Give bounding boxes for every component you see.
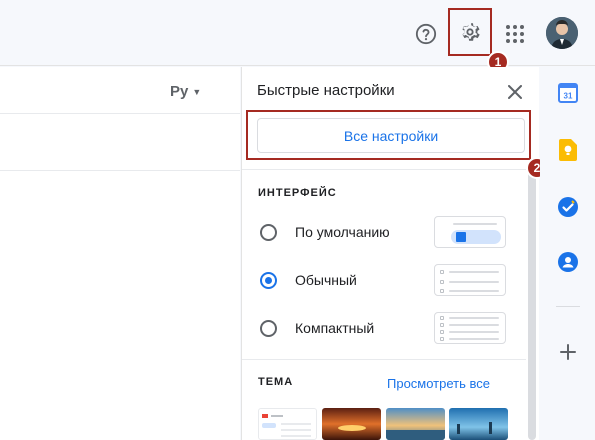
panel-title: Быстрые настройки	[257, 82, 395, 99]
keep-icon	[559, 139, 577, 161]
theme-thumb-lake[interactable]	[449, 408, 508, 440]
mail-list-area: Ру ▼	[0, 67, 240, 440]
user-photo-icon	[546, 17, 578, 49]
density-preview-compact	[434, 312, 506, 344]
calendar-icon: 31	[558, 83, 578, 103]
density-preview-default	[434, 216, 506, 248]
language-select-label: Ру	[170, 83, 189, 100]
divider	[0, 170, 240, 171]
language-select[interactable]: Ру ▼	[170, 83, 201, 100]
panel-scrollbar[interactable]	[528, 167, 536, 440]
keep-button[interactable]	[557, 139, 579, 161]
density-option-label: По умолчанию	[295, 224, 390, 240]
density-preview-comfortable	[434, 264, 506, 296]
theme-section-label: ТЕМА	[258, 376, 294, 388]
contacts-icon	[558, 252, 578, 272]
theme-thumb-default[interactable]	[258, 408, 317, 440]
quick-settings-panel: Быстрые настройки Все настройки ИНТЕРФЕЙ…	[241, 67, 539, 440]
add-addon-button[interactable]	[557, 341, 579, 363]
top-bar: 1	[0, 0, 595, 73]
apps-button[interactable]	[500, 19, 530, 49]
density-section-label: ИНТЕРФЕЙС	[258, 187, 337, 199]
chevron-down-icon: ▼	[192, 87, 202, 98]
avatar[interactable]	[546, 17, 578, 49]
density-option-label: Обычный	[295, 272, 357, 288]
divider	[0, 113, 240, 114]
gmail-default-theme-preview	[262, 414, 311, 437]
density-option-default[interactable]: По умолчанию	[258, 216, 508, 248]
calendar-button[interactable]: 31	[557, 82, 579, 104]
tasks-icon	[558, 197, 578, 217]
divider	[242, 169, 526, 170]
view-all-themes-link[interactable]: Просмотреть все	[387, 376, 490, 391]
radio-button[interactable]	[260, 224, 277, 241]
document-icon	[456, 232, 466, 242]
density-option-compact[interactable]: Компактный	[258, 312, 508, 344]
add-icon	[560, 344, 576, 360]
close-icon	[508, 85, 522, 99]
help-button[interactable]	[410, 18, 442, 50]
sunset-theme-image	[322, 408, 381, 440]
help-circle-icon	[415, 23, 437, 45]
divider	[242, 359, 526, 360]
close-button[interactable]	[504, 81, 526, 103]
theme-thumb-beach[interactable]	[386, 408, 445, 440]
theme-thumb-sunset[interactable]	[322, 408, 381, 440]
density-option-label: Компактный	[295, 320, 375, 336]
density-option-comfortable[interactable]: Обычный	[258, 264, 508, 296]
contacts-button[interactable]	[557, 251, 579, 273]
radio-button[interactable]	[260, 320, 277, 337]
radio-button[interactable]	[260, 272, 277, 289]
gear-icon	[462, 23, 480, 41]
side-panel-rail: 31	[540, 67, 595, 440]
beach-theme-image	[386, 408, 445, 440]
apps-grid-icon	[506, 25, 524, 43]
all-settings-button[interactable]: Все настройки	[257, 118, 525, 153]
lake-theme-image	[449, 408, 508, 440]
calendar-day: 31	[564, 92, 573, 101]
settings-button[interactable]	[448, 8, 492, 56]
rail-divider	[556, 306, 580, 307]
tasks-button[interactable]	[557, 196, 579, 218]
